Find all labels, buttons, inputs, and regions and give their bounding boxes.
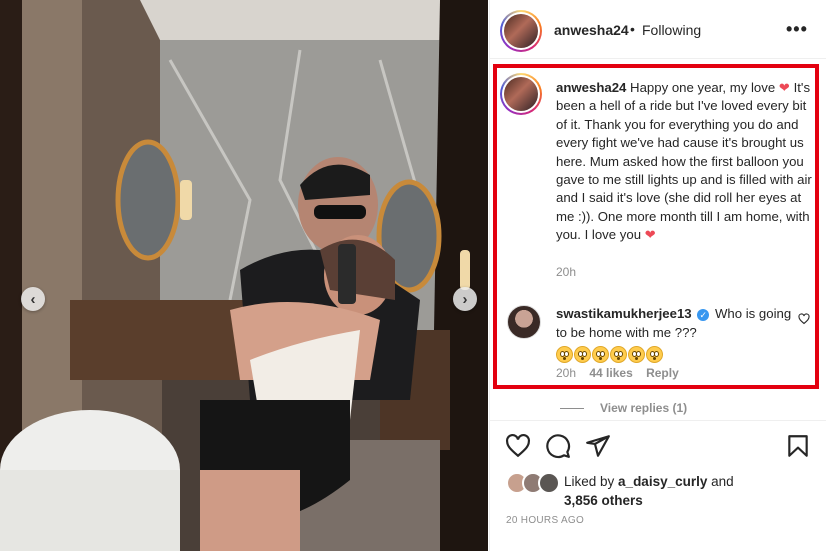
flushed-face-icon <box>556 346 573 364</box>
carousel-prev-button[interactable]: ‹ <box>21 287 45 311</box>
post-caption: anwesha24 Happy one year, my love ❤ It's… <box>556 79 814 245</box>
author-avatar[interactable] <box>500 10 542 52</box>
following-button[interactable]: Following <box>642 22 701 38</box>
liked-by-user[interactable]: a_daisy_curly <box>618 474 707 489</box>
header-separator: • <box>630 21 635 37</box>
caption-body: It's been a hell of a ride but I've love… <box>556 80 812 243</box>
chevron-right-icon: › <box>462 290 468 308</box>
save-bookmark-icon[interactable] <box>785 433 811 459</box>
post-details-panel: anwesha24 • Following ••• anwesha24 Happ… <box>489 0 826 551</box>
comment-like-heart-icon[interactable] <box>798 313 810 325</box>
carousel-next-button[interactable]: › <box>453 287 477 311</box>
caption-text: Happy one year, my love <box>630 80 776 95</box>
more-options-icon[interactable]: ••• <box>786 20 808 38</box>
caption-author-avatar[interactable] <box>500 73 542 115</box>
comment-emojis <box>556 344 796 364</box>
red-heart-icon: ❤ <box>644 227 656 243</box>
red-heart-icon: ❤ <box>778 80 790 95</box>
liked-by-and: and <box>707 474 734 489</box>
view-replies-line <box>560 408 584 409</box>
flushed-face-icon <box>592 346 609 364</box>
comment-time[interactable]: 20h <box>556 366 576 380</box>
share-send-icon[interactable] <box>585 433 611 459</box>
post-timestamp[interactable]: 20 HOURS AGO <box>506 515 584 526</box>
liked-by-text: Liked by a_daisy_curly and 3,856 others <box>564 472 734 510</box>
photo-illustration <box>0 0 488 551</box>
caption-time[interactable]: 20h <box>556 265 576 279</box>
flushed-face-icon <box>610 346 627 364</box>
comment-meta: 20h 44 likes Reply <box>556 366 679 380</box>
like-heart-icon[interactable] <box>505 433 531 459</box>
verified-badge-icon: ✓ <box>697 308 710 321</box>
comment-username[interactable]: swastikamukherjee13 <box>556 306 692 321</box>
post-photo[interactable]: ‹ › <box>0 0 488 551</box>
comment: swastikamukherjee13 ✓ Who is going to be… <box>556 304 796 364</box>
liker-avatar[interactable] <box>538 472 560 494</box>
view-replies-button[interactable]: View replies (1) <box>600 401 687 415</box>
action-bar <box>490 420 826 465</box>
comment-bubble-icon[interactable] <box>545 433 571 459</box>
flushed-face-icon <box>646 346 663 364</box>
comment-reply-button[interactable]: Reply <box>646 366 679 380</box>
author-username[interactable]: anwesha24 <box>554 22 629 38</box>
comment-likes[interactable]: 44 likes <box>589 366 632 380</box>
flushed-face-icon <box>574 346 591 364</box>
post-header: anwesha24 • Following ••• <box>490 0 826 59</box>
chevron-left-icon: ‹ <box>30 290 36 308</box>
comment-avatar[interactable] <box>507 305 541 339</box>
caption-username[interactable]: anwesha24 <box>556 80 626 95</box>
flushed-face-icon <box>628 346 645 364</box>
liked-by-prefix: Liked by <box>564 474 619 489</box>
liked-by-others[interactable]: 3,856 others <box>564 493 643 508</box>
